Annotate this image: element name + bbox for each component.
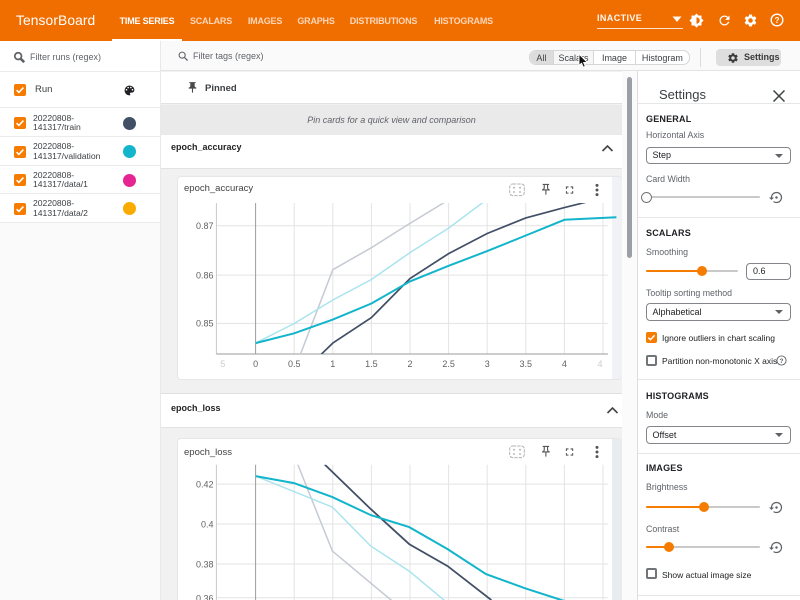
svg-text:epoch_accuracy: epoch_accuracy (184, 183, 253, 194)
svg-text:?: ? (774, 16, 779, 25)
svg-text:0.86: 0.86 (196, 270, 214, 280)
svg-text:0.42: 0.42 (196, 480, 214, 490)
svg-text:2.5: 2.5 (442, 359, 455, 369)
svg-text:0.87: 0.87 (196, 221, 214, 231)
svg-text:4: 4 (562, 359, 567, 369)
svg-text:1.5: 1.5 (365, 359, 378, 369)
svg-text:0.36: 0.36 (196, 594, 214, 600)
svg-text:3.5: 3.5 (520, 359, 533, 369)
svg-text:0.4: 0.4 (201, 519, 214, 529)
svg-text:0.85: 0.85 (196, 319, 214, 329)
svg-text:1: 1 (330, 359, 335, 369)
svg-text:?: ? (780, 358, 784, 365)
svg-text:0.5: 0.5 (288, 359, 301, 369)
svg-text:4: 4 (597, 359, 602, 369)
svg-text:2: 2 (407, 359, 412, 369)
svg-text:0.38: 0.38 (196, 559, 214, 569)
svg-text:0: 0 (253, 359, 258, 369)
svg-text:3: 3 (485, 359, 490, 369)
svg-text:5: 5 (220, 359, 225, 369)
svg-text:epoch_loss: epoch_loss (184, 447, 232, 458)
